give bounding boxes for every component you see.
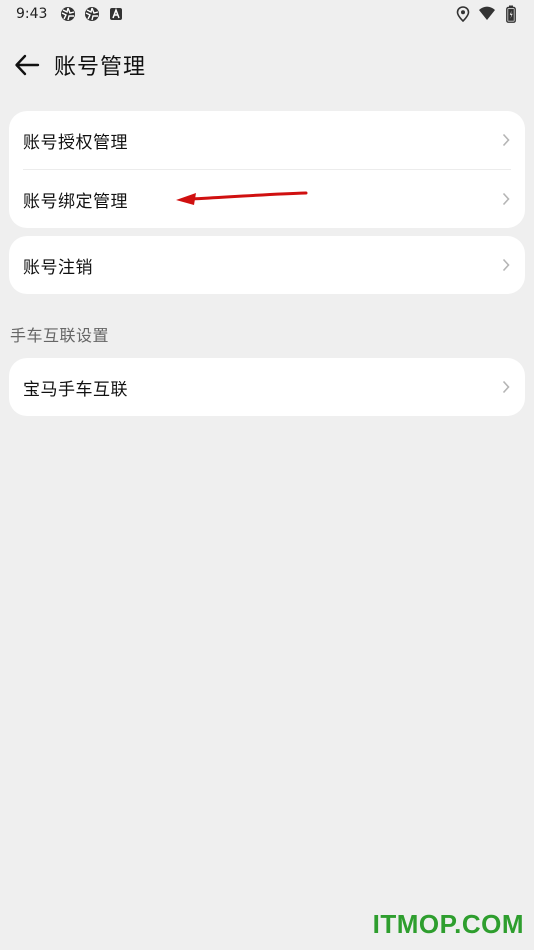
page-title: 账号管理	[54, 55, 147, 80]
aperture-icon	[83, 5, 101, 23]
a-badge-icon	[107, 5, 125, 23]
account-authorization-item[interactable]: 账号授权管理	[9, 111, 525, 169]
aperture-icon	[59, 5, 77, 23]
status-time: 9:43	[16, 6, 48, 22]
chevron-right-icon	[502, 258, 510, 272]
wifi-icon	[478, 5, 496, 23]
chevron-right-icon	[502, 133, 510, 147]
arrow-left-icon	[15, 54, 40, 76]
account-settings-group: 账号授权管理 账号绑定管理	[9, 111, 525, 228]
watermark: ITMOP.COM	[372, 909, 524, 939]
account-management-screen: 9:43 账号管理 账号授权管理 账号绑定管理 账号注销 手车互联设置 宝马手车…	[0, 0, 534, 950]
section-label-phone-car: 手车互联设置	[10, 326, 110, 345]
header: 账号管理	[0, 40, 534, 90]
back-button[interactable]	[12, 50, 42, 80]
account-deletion-group: 账号注销	[9, 236, 525, 294]
status-right	[454, 5, 520, 23]
account-authorization-label: 账号授权管理	[23, 132, 128, 153]
status-bar: 9:43	[0, 0, 534, 28]
account-binding-label: 账号绑定管理	[23, 191, 128, 212]
chevron-right-icon	[502, 192, 510, 206]
battery-icon	[502, 5, 520, 23]
annotation-arrow-icon	[176, 191, 308, 205]
bmw-phone-car-item[interactable]: 宝马手车互联	[9, 358, 525, 416]
bmw-phone-car-label: 宝马手车互联	[23, 379, 128, 400]
status-left: 9:43	[16, 5, 125, 23]
location-icon	[454, 5, 472, 23]
chevron-right-icon	[502, 380, 510, 394]
account-deletion-label: 账号注销	[23, 257, 93, 278]
phone-car-group: 宝马手车互联	[9, 358, 525, 416]
account-deletion-item[interactable]: 账号注销	[9, 236, 525, 294]
